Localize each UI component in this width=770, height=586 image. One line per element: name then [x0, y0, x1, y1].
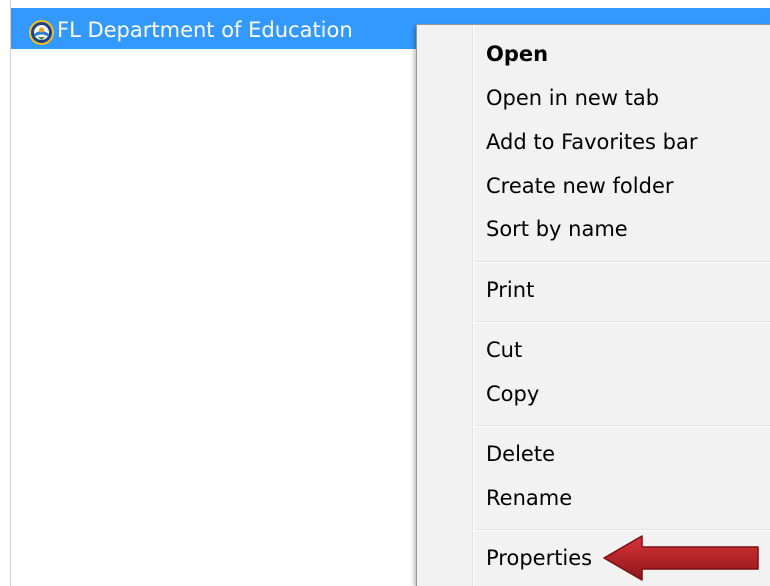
screenshot-stage: FL Department of Education Open Open in … — [0, 0, 770, 586]
menu-separator — [475, 529, 770, 531]
menu-icon-gutter — [472, 25, 474, 586]
menu-item-add-to-favorites-bar[interactable]: Add to Favorites bar — [486, 128, 697, 156]
menu-item-sort-by-name[interactable]: Sort by name — [486, 215, 628, 243]
red-arrow-annotation-icon — [602, 533, 762, 583]
menu-item-print[interactable]: Print — [486, 276, 534, 304]
menu-item-create-new-folder[interactable]: Create new folder — [486, 172, 674, 200]
menu-item-copy[interactable]: Copy — [486, 380, 539, 408]
menu-separator — [475, 261, 770, 263]
menu-item-open-in-new-tab[interactable]: Open in new tab — [486, 84, 659, 112]
menu-item-open[interactable]: Open — [486, 40, 548, 68]
context-menu: Open Open in new tab Add to Favorites ba… — [416, 24, 770, 586]
favorites-pane-edge — [0, 0, 11, 586]
fl-doe-seal-icon — [29, 20, 54, 45]
menu-separator — [475, 321, 770, 323]
menu-item-cut[interactable]: Cut — [486, 336, 522, 364]
menu-item-properties[interactable]: Properties — [486, 544, 592, 572]
menu-item-delete[interactable]: Delete — [486, 440, 555, 468]
menu-item-rename[interactable]: Rename — [486, 484, 572, 512]
favorite-label: FL Department of Education — [57, 18, 353, 42]
menu-separator — [475, 425, 770, 427]
